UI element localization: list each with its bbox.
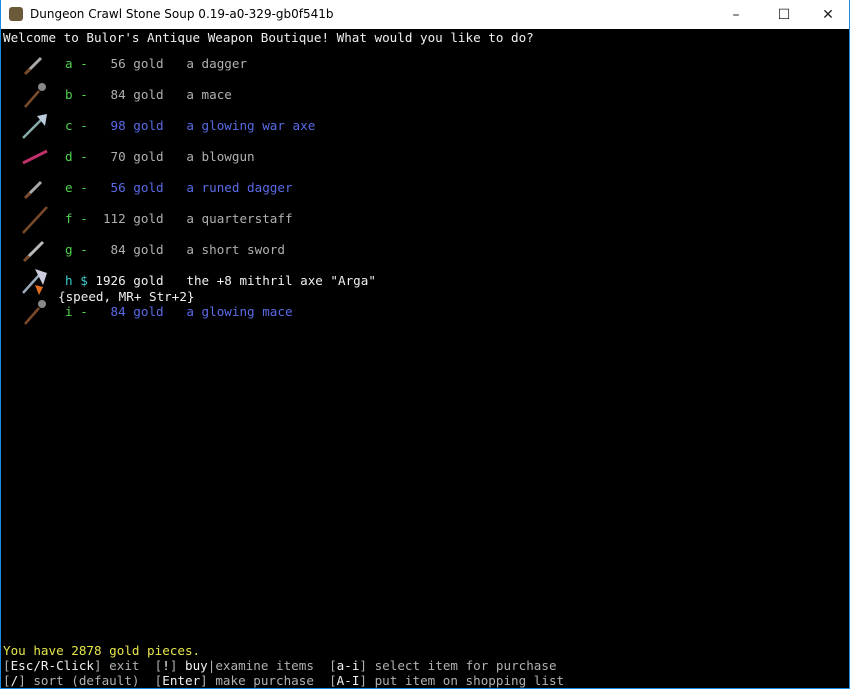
item-price: 70 gold: [95, 149, 164, 164]
item-status: $: [80, 273, 88, 288]
help-text: [: [3, 658, 11, 673]
artefact-axe-icon: [19, 265, 51, 297]
help-text: [: [3, 673, 11, 688]
item-price: 112 gold: [95, 211, 164, 226]
item-price: 84 gold: [95, 304, 164, 319]
item-status: -: [80, 118, 88, 133]
mace-icon: [19, 296, 51, 328]
shop-item-g[interactable]: g - 84 gold a short sword: [65, 242, 285, 258]
blowgun-icon: [19, 141, 51, 173]
item-letter: g: [65, 242, 73, 257]
item-name: a short sword: [186, 242, 285, 257]
item-name: a blowgun: [186, 149, 255, 164]
close-button[interactable]: ✕: [805, 0, 850, 29]
help-line-1: [Esc/R-Click] exit [!] buy|examine items…: [3, 658, 557, 674]
item-name: the +8 mithril axe "Arga": [186, 273, 376, 288]
title-bar: Dungeon Crawl Stone Soup 0.19-a0-329-gb0…: [1, 0, 849, 29]
item-name: a glowing mace: [186, 304, 293, 319]
dagger-icon: [19, 172, 51, 204]
item-status: -: [80, 304, 88, 319]
shop-prompt: Welcome to Bulor's Antique Weapon Boutiq…: [3, 30, 534, 45]
help-text: ] exit [: [94, 658, 163, 673]
help-key: Esc/R-Click: [10, 658, 94, 673]
help-text: ] select item for purchase: [359, 658, 557, 673]
shop-item-h[interactable]: h $ 1926 gold the +8 mithril axe "Arga": [65, 273, 376, 289]
item-letter: f: [65, 211, 73, 226]
item-name: a mace: [186, 87, 232, 102]
item-price: 1926 gold: [95, 273, 164, 288]
quarterstaff-icon: [19, 203, 51, 235]
terminal: Welcome to Bulor's Antique Weapon Boutiq…: [1, 29, 849, 688]
dagger-icon: [19, 48, 51, 80]
item-status: -: [80, 56, 88, 71]
shop-item-b[interactable]: b - 84 gold a mace: [65, 87, 232, 103]
item-name: a glowing war axe: [186, 118, 316, 133]
shop-item-i[interactable]: i - 84 gold a glowing mace: [65, 304, 293, 320]
shop-item-d[interactable]: d - 70 gold a blowgun: [65, 149, 255, 165]
item-status: -: [80, 211, 88, 226]
help-key: buy: [185, 658, 208, 673]
item-letter: c: [65, 118, 73, 133]
item-price: 98 gold: [95, 118, 164, 133]
shop-item-c[interactable]: c - 98 gold a glowing war axe: [65, 118, 315, 134]
short-sword-icon: [19, 234, 51, 266]
help-text: ] put item on shopping list: [359, 673, 565, 688]
item-letter: i: [65, 304, 73, 319]
item-status: -: [80, 87, 88, 102]
item-price: 84 gold: [95, 242, 164, 257]
item-letter: d: [65, 149, 73, 164]
item-name: a quarterstaff: [186, 211, 293, 226]
help-key: A-I: [336, 673, 360, 688]
maximize-button[interactable]: ☐: [761, 0, 807, 29]
item-status: -: [80, 149, 88, 164]
item-name: a runed dagger: [186, 180, 293, 195]
item-status: -: [80, 242, 88, 257]
item-letter: a: [65, 56, 73, 71]
game-window: Dungeon Crawl Stone Soup 0.19-a0-329-gb0…: [0, 0, 850, 689]
shop-item-a[interactable]: a - 56 gold a dagger: [65, 56, 247, 72]
item-letter: h: [65, 273, 73, 288]
help-key: Enter: [162, 673, 201, 688]
item-price: 56 gold: [95, 180, 164, 195]
shop-item-e[interactable]: e - 56 gold a runed dagger: [65, 180, 293, 196]
window-title: Dungeon Crawl Stone Soup 0.19-a0-329-gb0…: [30, 7, 334, 21]
war-axe-icon: [19, 110, 51, 142]
help-line-2: [/] sort (default) [Enter] make purchase…: [3, 673, 564, 689]
shop-item-f[interactable]: f - 112 gold a quarterstaff: [65, 211, 293, 227]
help-text: ] sort (default) [: [18, 673, 163, 688]
item-price: 56 gold: [95, 56, 164, 71]
help-key: !: [162, 658, 170, 673]
app-icon: [9, 7, 23, 21]
item-name: a dagger: [186, 56, 248, 71]
help-key: a-i: [336, 658, 360, 673]
item-price: 84 gold: [95, 87, 164, 102]
mace-icon: [19, 79, 51, 111]
item-letter: e: [65, 180, 73, 195]
item-status: -: [80, 180, 88, 195]
gold-status: You have 2878 gold pieces.: [3, 643, 201, 658]
minimize-button[interactable]: –: [713, 0, 759, 29]
item-properties: {speed, MR+ Str+2}: [58, 289, 195, 304]
help-text: ]: [169, 658, 186, 673]
help-text: ] make purchase [: [200, 673, 337, 688]
item-letter: b: [65, 87, 73, 102]
help-text: |examine items [: [207, 658, 337, 673]
